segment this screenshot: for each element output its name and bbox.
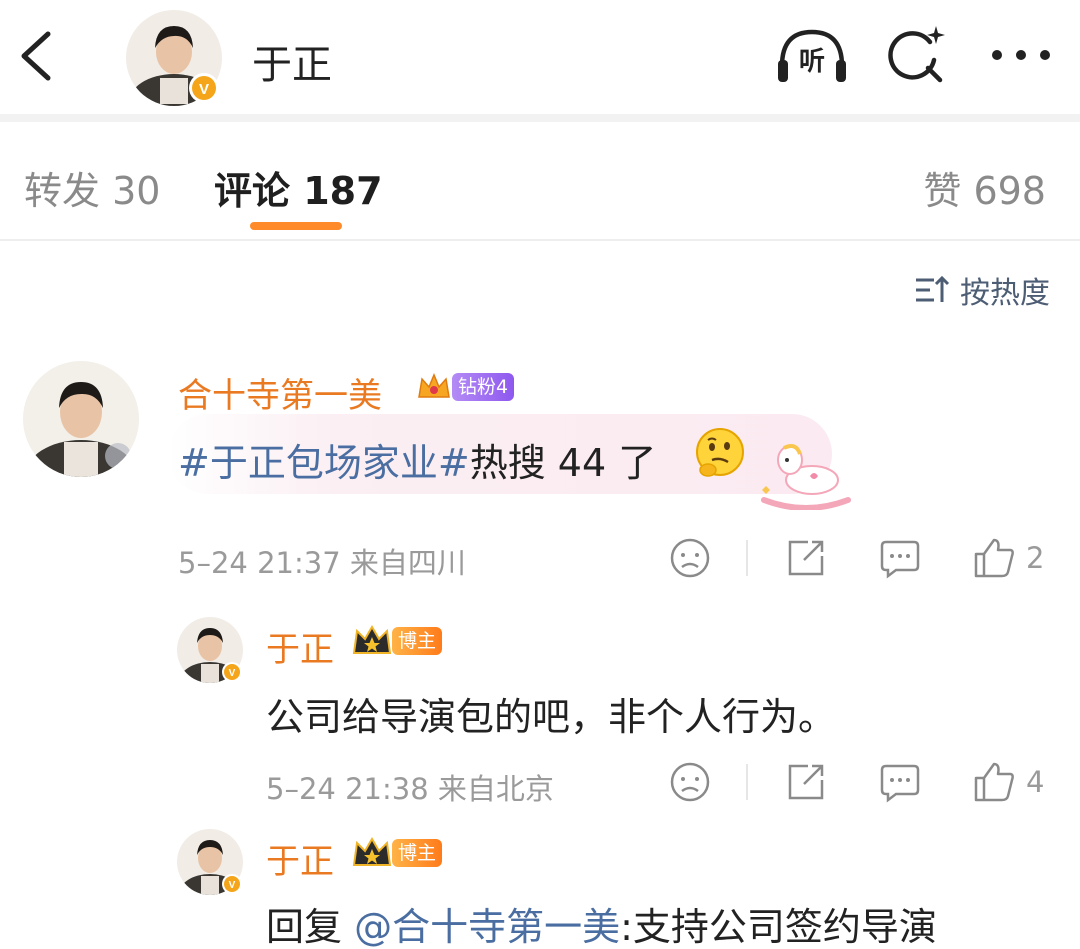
like-count: 2 <box>1026 541 1045 575</box>
page-title: 于正 <box>252 42 332 88</box>
svg-text:V: V <box>199 81 209 98</box>
crown-icon <box>352 625 392 654</box>
like-button[interactable]: 4 <box>972 760 1044 804</box>
reply-meta: 5–24 21:38 来自北京 <box>266 772 554 806</box>
comment-text-body: 热搜 44 了 <box>469 441 657 485</box>
thumbs-up-icon <box>974 762 1014 802</box>
search-icon[interactable] <box>884 24 948 86</box>
avatar[interactable] <box>22 360 140 478</box>
thinking-emoji-icon <box>696 428 744 477</box>
fan-badge: 钻粉4 <box>416 372 515 402</box>
sort-label: 按热度 <box>960 276 1050 311</box>
thumbs-up-icon <box>974 538 1014 578</box>
reply-username[interactable]: 于正 <box>266 622 334 671</box>
avatar[interactable]: V <box>176 616 244 684</box>
svg-text:V: V <box>229 880 236 891</box>
more-icon[interactable] <box>988 38 1054 72</box>
comment-text: #于正包场家业#热搜 44 了 <box>178 432 656 487</box>
mention-link[interactable]: @合十寺第一美 <box>354 905 620 949</box>
listen-label: 听 <box>799 47 825 77</box>
top-bar: V 于正 听 <box>0 0 1080 115</box>
tabs-divider <box>0 239 1080 241</box>
svg-text:V: V <box>229 668 236 679</box>
share-icon[interactable] <box>784 536 828 580</box>
reply-text-body: :支持公司签约导演 <box>620 905 937 949</box>
tab-like[interactable]: 赞 698 <box>923 160 1046 215</box>
hashtag-link[interactable]: #于正包场家业# <box>178 441 470 485</box>
tab-forward[interactable]: 转发 30 <box>24 160 160 215</box>
comment-username[interactable]: 合十寺第一美 <box>178 368 382 417</box>
comment-meta: 5–24 21:37 来自四川 <box>178 546 466 580</box>
badge-label: 博主 <box>392 839 443 867</box>
dislike-icon[interactable] <box>668 536 712 580</box>
action-separator <box>746 540 748 576</box>
crown-icon <box>418 373 450 398</box>
active-tab-indicator <box>250 222 342 230</box>
like-button[interactable]: 2 <box>972 536 1044 580</box>
blogger-badge: 博主 <box>352 837 443 868</box>
avatar[interactable]: V <box>176 828 244 896</box>
avatar[interactable]: V <box>124 8 224 108</box>
back-icon[interactable] <box>14 28 58 84</box>
reply-text: 公司给导演包的吧，非个人行为。 <box>266 695 837 739</box>
crown-icon <box>352 837 392 866</box>
tab-bar: 转发 30 评论 187 赞 698 <box>0 122 1080 240</box>
sort-button[interactable]: 按热度 <box>914 270 1050 311</box>
header-divider <box>0 114 1080 122</box>
comment-icon[interactable] <box>878 760 922 804</box>
badge-label: 钻粉4 <box>452 373 515 401</box>
share-icon[interactable] <box>784 760 828 804</box>
like-count: 4 <box>1026 765 1045 799</box>
listen-icon[interactable]: 听 <box>774 26 850 84</box>
reply-prefix: 回复 <box>266 905 355 949</box>
blogger-badge: 博主 <box>352 625 443 656</box>
rocking-horse-decoration-icon <box>761 444 851 510</box>
comment-icon[interactable] <box>878 536 922 580</box>
tab-comment[interactable]: 评论 187 <box>214 160 383 215</box>
reply-username[interactable]: 于正 <box>266 834 334 883</box>
badge-label: 博主 <box>392 627 443 655</box>
action-separator <box>746 764 748 800</box>
dislike-icon[interactable] <box>668 760 712 804</box>
reply-text: 回复 @合十寺第一美:支持公司签约导演 <box>266 896 937 949</box>
sort-icon <box>916 275 950 302</box>
